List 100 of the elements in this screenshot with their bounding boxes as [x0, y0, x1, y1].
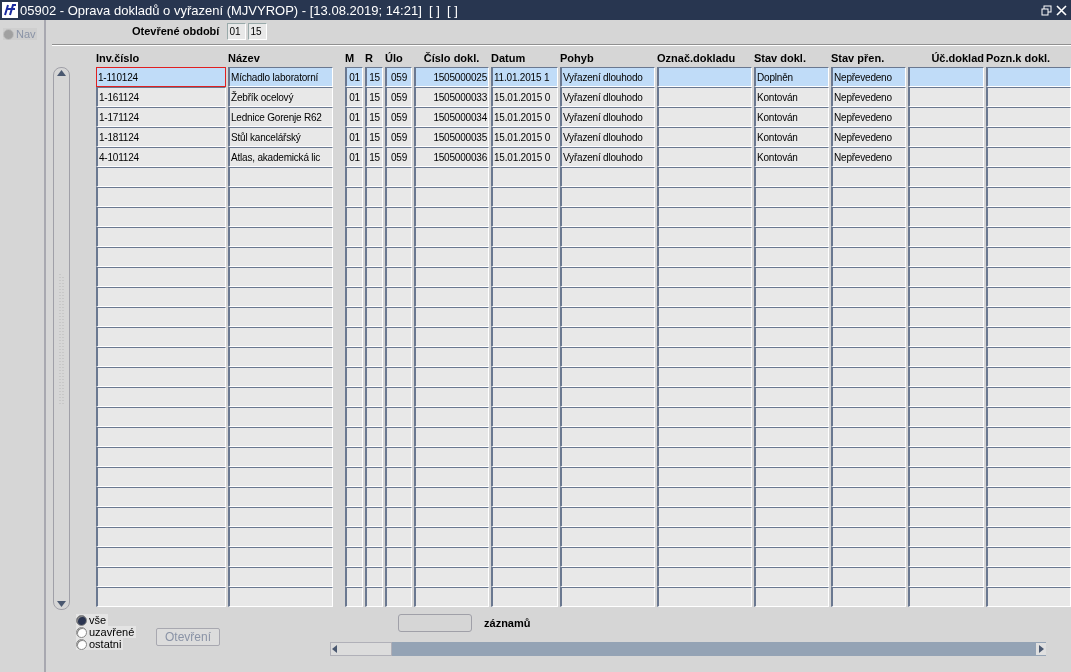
table-cell[interactable] — [345, 467, 363, 487]
table-cell[interactable] — [96, 587, 226, 607]
table-cell[interactable] — [986, 127, 1071, 147]
table-cell[interactable] — [754, 587, 829, 607]
table-cell[interactable] — [986, 387, 1071, 407]
table-cell[interactable] — [491, 367, 558, 387]
table-cell[interactable] — [491, 167, 558, 187]
table-cell[interactable] — [831, 587, 906, 607]
table-cell[interactable] — [831, 247, 906, 267]
table-cell[interactable] — [831, 187, 906, 207]
table-cell[interactable] — [657, 107, 752, 127]
table-cell[interactable] — [754, 347, 829, 367]
table-cell[interactable]: 059 — [385, 107, 412, 127]
table-cell[interactable] — [491, 527, 558, 547]
table-cell[interactable] — [385, 487, 412, 507]
table-cell[interactable] — [657, 267, 752, 287]
table-cell[interactable] — [414, 347, 489, 367]
table-cell[interactable] — [385, 267, 412, 287]
table-cell[interactable] — [385, 527, 412, 547]
table-cell[interactable] — [986, 287, 1071, 307]
table-cell[interactable]: Žebřík ocelový — [228, 87, 333, 107]
table-cell[interactable] — [365, 527, 383, 547]
table-cell[interactable] — [986, 247, 1071, 267]
table-cell[interactable] — [657, 447, 752, 467]
table-cell[interactable] — [908, 447, 984, 467]
table-cell[interactable] — [754, 307, 829, 327]
table-cell[interactable] — [228, 567, 333, 587]
table-cell[interactable] — [365, 267, 383, 287]
table-cell[interactable]: 4-101124 — [96, 147, 226, 167]
table-cell[interactable] — [908, 287, 984, 307]
table-cell[interactable] — [831, 267, 906, 287]
table-cell[interactable]: 1-171124 — [96, 107, 226, 127]
table-cell[interactable] — [831, 327, 906, 347]
table-cell[interactable] — [414, 367, 489, 387]
table-cell[interactable] — [491, 327, 558, 347]
table-cell[interactable] — [657, 67, 752, 87]
table-cell[interactable]: 15 — [365, 147, 383, 167]
table-cell[interactable] — [908, 307, 984, 327]
table-cell[interactable] — [908, 167, 984, 187]
table-cell[interactable] — [385, 507, 412, 527]
table-cell[interactable] — [96, 367, 226, 387]
table-cell[interactable] — [491, 347, 558, 367]
table-cell[interactable] — [228, 187, 333, 207]
table-cell[interactable] — [365, 367, 383, 387]
table-cell[interactable] — [831, 167, 906, 187]
table-cell[interactable] — [657, 367, 752, 387]
table-cell[interactable] — [96, 467, 226, 487]
table-cell[interactable] — [908, 207, 984, 227]
table-cell[interactable]: 01 — [345, 127, 363, 147]
table-cell[interactable] — [986, 407, 1071, 427]
table-cell[interactable] — [414, 587, 489, 607]
table-cell[interactable] — [831, 367, 906, 387]
table-cell[interactable] — [414, 287, 489, 307]
scroll-thumb[interactable] — [330, 642, 393, 656]
table-cell[interactable] — [96, 547, 226, 567]
table-cell[interactable] — [414, 307, 489, 327]
table-cell[interactable] — [345, 447, 363, 467]
table-cell[interactable] — [754, 447, 829, 467]
table-cell[interactable] — [657, 567, 752, 587]
table-cell[interactable]: Kontován — [754, 87, 829, 107]
table-cell[interactable] — [228, 427, 333, 447]
table-cell[interactable] — [228, 407, 333, 427]
table-cell[interactable] — [96, 347, 226, 367]
record-count-field[interactable] — [398, 614, 473, 632]
table-cell[interactable] — [560, 547, 655, 567]
table-cell[interactable] — [96, 307, 226, 327]
table-cell[interactable] — [365, 467, 383, 487]
table-cell[interactable] — [986, 347, 1071, 367]
table-cell[interactable] — [491, 567, 558, 587]
table-cell[interactable] — [560, 267, 655, 287]
table-cell[interactable] — [908, 567, 984, 587]
table-cell[interactable] — [657, 487, 752, 507]
table-cell[interactable] — [908, 427, 984, 447]
table-cell[interactable] — [560, 327, 655, 347]
period-field[interactable]: 15 — [248, 22, 268, 40]
table-cell[interactable] — [228, 327, 333, 347]
table-cell[interactable] — [365, 587, 383, 607]
table-cell[interactable] — [385, 247, 412, 267]
vertical-scrollbar[interactable] — [53, 67, 70, 610]
table-cell[interactable] — [754, 287, 829, 307]
table-cell[interactable] — [657, 327, 752, 347]
table-cell[interactable] — [96, 207, 226, 227]
table-cell[interactable] — [657, 167, 752, 187]
table-cell[interactable] — [908, 187, 984, 207]
scroll-up-icon[interactable] — [57, 70, 66, 76]
table-cell[interactable] — [385, 347, 412, 367]
table-cell[interactable] — [831, 347, 906, 367]
table-cell[interactable] — [385, 207, 412, 227]
table-cell[interactable] — [414, 507, 489, 527]
table-cell[interactable] — [754, 507, 829, 527]
table-cell[interactable] — [345, 307, 363, 327]
table-cell[interactable] — [365, 407, 383, 427]
table-cell[interactable] — [414, 407, 489, 427]
table-cell[interactable]: Nepřevedeno — [831, 147, 906, 167]
table-cell[interactable] — [986, 367, 1071, 387]
table-cell[interactable] — [657, 407, 752, 427]
table-cell[interactable]: 059 — [385, 147, 412, 167]
table-cell[interactable]: 01 — [345, 67, 363, 87]
table-cell[interactable] — [491, 587, 558, 607]
table-cell[interactable] — [754, 207, 829, 227]
